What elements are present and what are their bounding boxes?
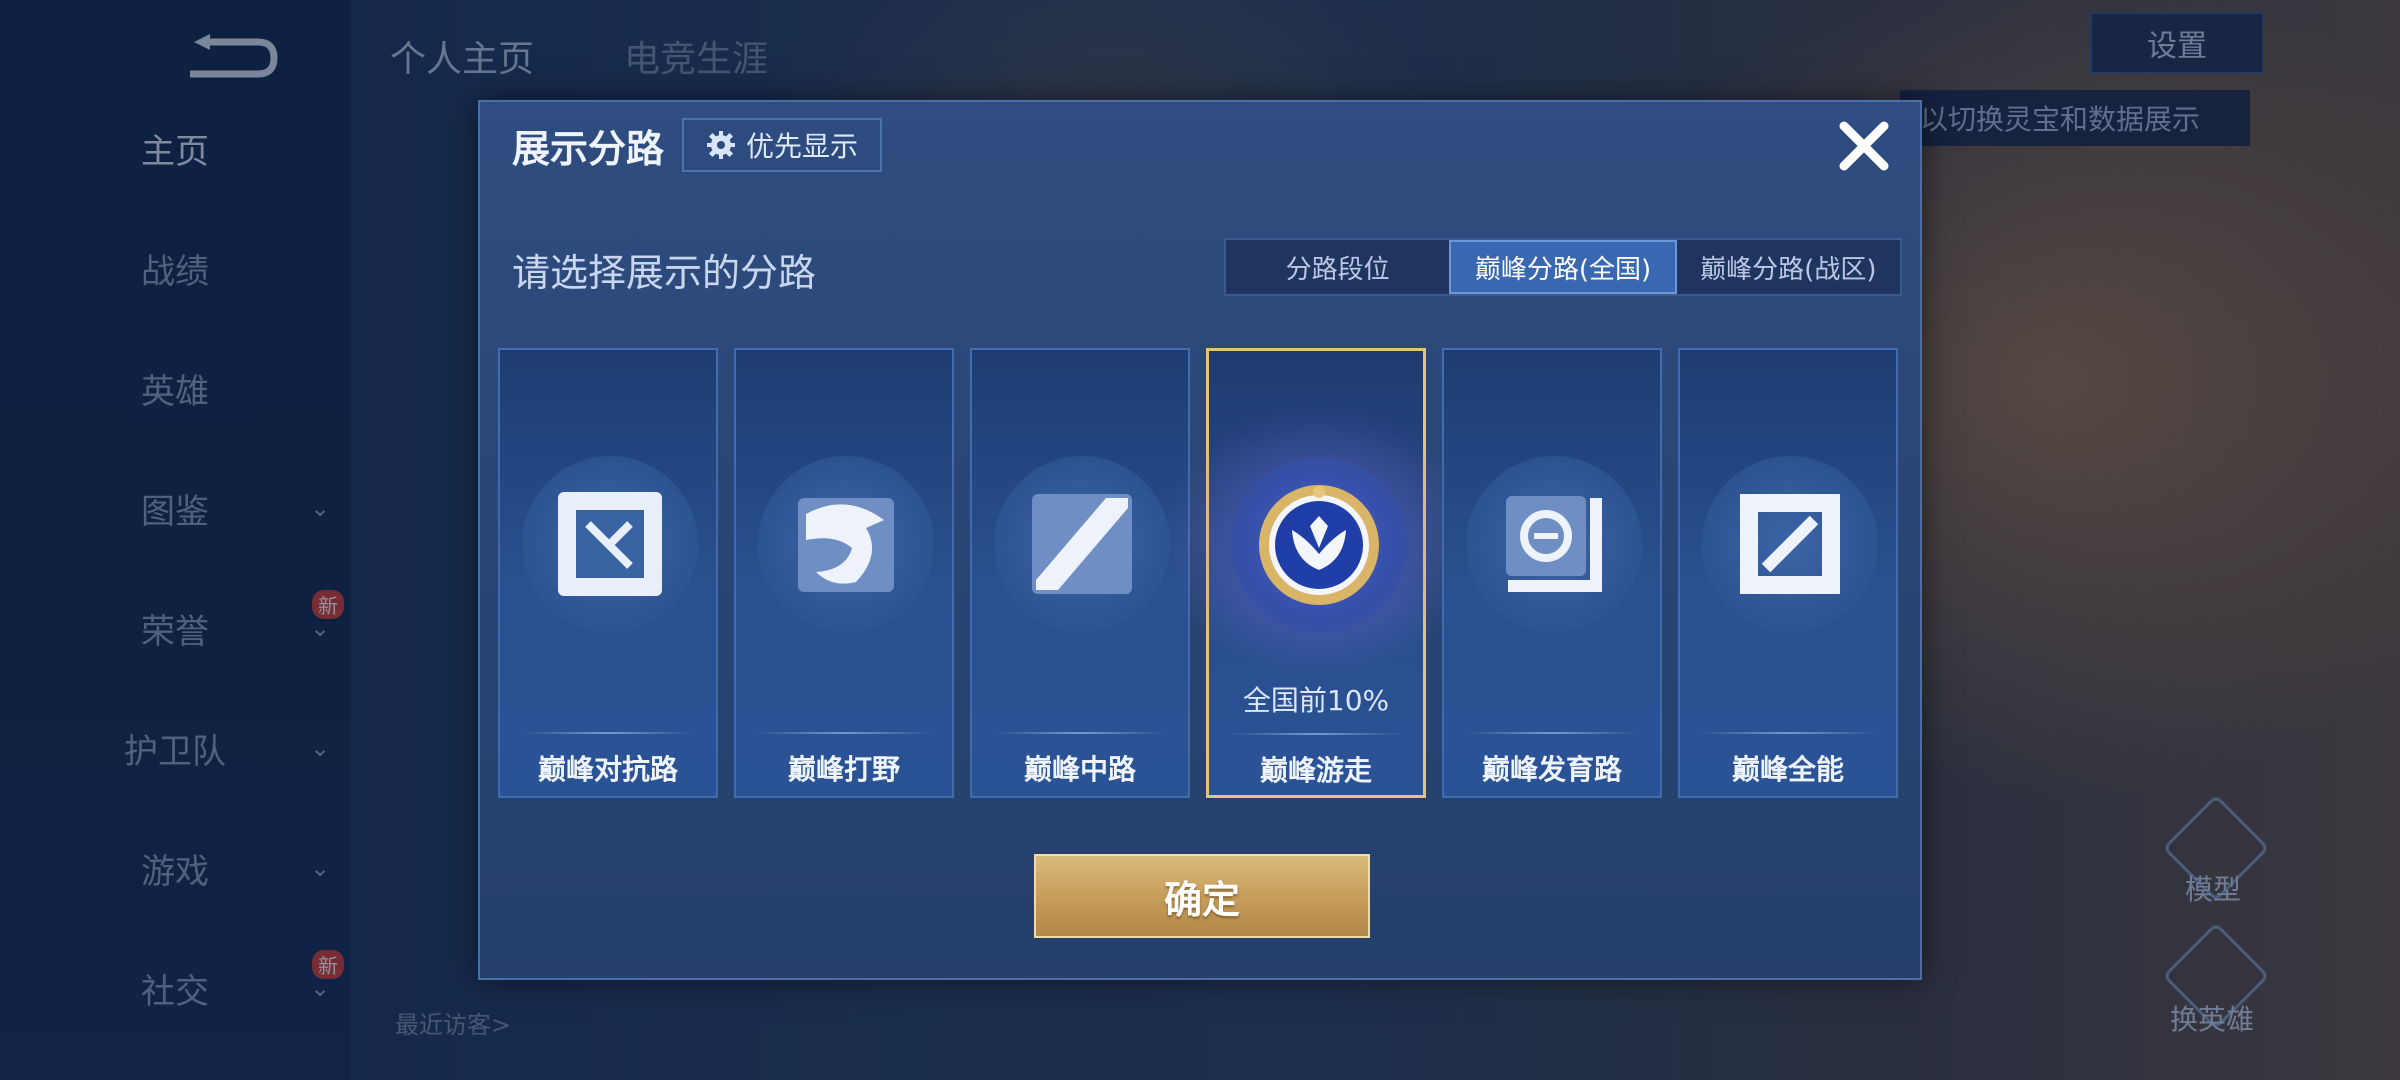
lane-card-label: 巅峰全能 xyxy=(1731,753,1844,786)
clash-lane-icon xyxy=(558,492,662,596)
lane-card-label: 巅峰中路 xyxy=(1023,753,1136,786)
lane-tabs: 分路段位 巅峰分路(全国) 巅峰分路(战区) xyxy=(1224,238,1902,296)
close-button[interactable] xyxy=(1832,114,1896,178)
gear-icon xyxy=(706,131,735,159)
card-divider xyxy=(1229,733,1403,735)
dialog-title: 展示分路 xyxy=(512,127,665,171)
icon-frame xyxy=(1466,456,1642,632)
card-divider xyxy=(756,732,932,734)
card-divider xyxy=(992,732,1168,734)
tab-peak-lane-region[interactable]: 巅峰分路(战区) xyxy=(1677,240,1900,294)
icon-frame xyxy=(1231,457,1407,633)
close-icon xyxy=(1839,121,1889,171)
lane-card-farm[interactable]: 巅峰发育路 xyxy=(1442,348,1662,798)
rank-text: 全国前10% xyxy=(1242,684,1390,717)
lane-card-roam[interactable]: 全国前10% 巅峰游走 xyxy=(1149,348,1489,798)
priority-display-label: 优先显示 xyxy=(745,130,858,163)
icon-frame xyxy=(994,456,1170,632)
tab-peak-lane-national[interactable]: 巅峰分路(全国) xyxy=(1449,240,1677,294)
farm-lane-icon xyxy=(1506,496,1602,592)
lane-card-clash[interactable]: 巅峰对抗路 xyxy=(498,348,718,798)
tab-lane-rank[interactable]: 分路段位 xyxy=(1226,240,1449,294)
mid-lane-icon xyxy=(1032,494,1132,594)
card-divider xyxy=(1700,732,1876,734)
roam-wings-emblem-icon xyxy=(1259,485,1379,605)
lane-card-label: 巅峰打野 xyxy=(787,753,900,786)
icon-frame xyxy=(522,456,698,632)
select-lane-prompt: 请选择展示的分路 xyxy=(512,251,817,295)
all-round-icon xyxy=(1740,494,1840,594)
lane-card-label: 巅峰发育路 xyxy=(1481,753,1622,786)
lane-card-jungle[interactable]: 巅峰打野 xyxy=(734,348,954,798)
icon-frame xyxy=(1702,456,1878,632)
jungle-dragon-icon xyxy=(798,498,894,592)
confirm-button[interactable]: 确定 xyxy=(1034,854,1370,938)
priority-display-button[interactable]: 优先显示 xyxy=(682,118,882,172)
lane-card-label: 巅峰对抗路 xyxy=(537,753,678,786)
card-divider xyxy=(520,732,696,734)
lane-display-dialog: 展示分路 优先显示 请选择展示的分路 分路段位 巅峰分路(全国) 巅峰分路(战区… xyxy=(478,100,1922,980)
card-divider xyxy=(1464,732,1640,734)
lane-card-all-round[interactable]: 巅峰全能 xyxy=(1678,348,1898,798)
lane-card-label: 巅峰游走 xyxy=(1259,754,1372,787)
icon-frame xyxy=(758,456,934,632)
